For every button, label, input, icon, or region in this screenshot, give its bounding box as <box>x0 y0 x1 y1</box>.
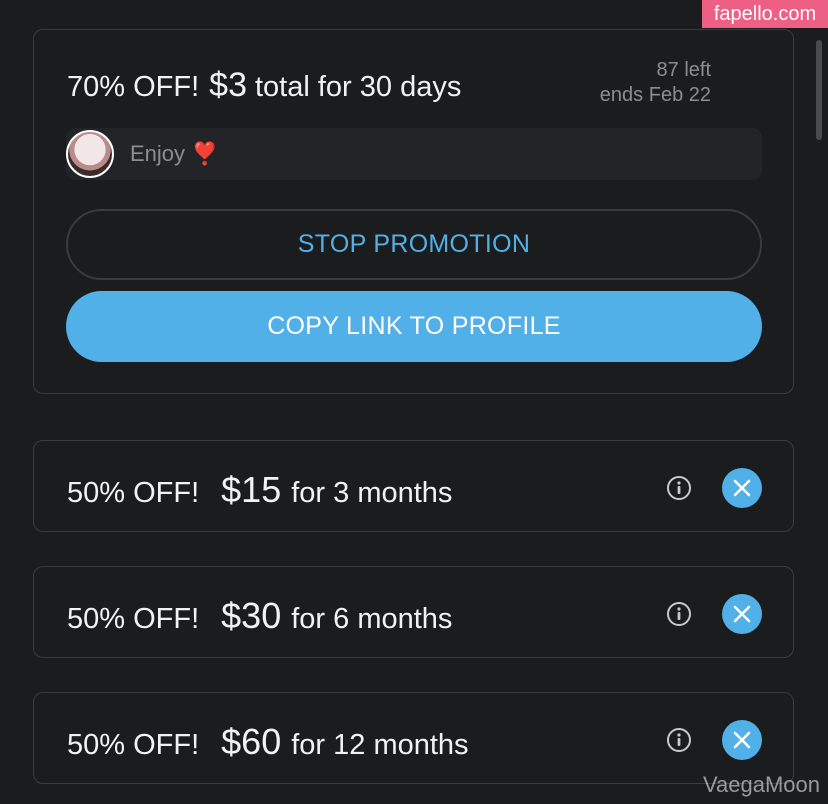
promotion-title: 70% OFF! $3 total for 30 days <box>67 66 461 105</box>
offer-price: $15 <box>221 469 282 510</box>
close-icon <box>733 605 751 623</box>
scrollbar[interactable] <box>816 40 822 140</box>
offer-terms: for 3 months <box>291 477 453 509</box>
close-icon <box>733 479 751 497</box>
info-icon[interactable] <box>666 601 692 627</box>
promotion-discount: 70% OFF! <box>67 71 200 103</box>
offer-discount: 50% OFF! <box>67 729 200 761</box>
promotion-message-text: Enjoy <box>130 141 186 166</box>
remove-offer-button[interactable] <box>722 468 762 508</box>
promotion-price: $3 <box>209 66 247 104</box>
offer-card: 50% OFF! $15 for 3 months <box>33 440 794 532</box>
promotion-message: Enjoy ❣️ <box>66 128 762 180</box>
copy-link-to-profile-button[interactable]: COPY LINK TO PROFILE <box>66 291 762 362</box>
offer-card: 50% OFF! $60 for 12 months <box>33 692 794 784</box>
promotion-remaining: 87 left <box>656 59 711 81</box>
watermark-credit: VaegaMoon <box>702 772 820 797</box>
offer-terms: for 6 months <box>291 603 453 635</box>
offer-discount: 50% OFF! <box>67 603 200 635</box>
offer-price: $30 <box>221 595 282 636</box>
avatar <box>66 130 114 178</box>
watermark-logo: fapello.com <box>702 0 828 28</box>
info-icon[interactable] <box>666 727 692 753</box>
offer-discount: 50% OFF! <box>67 477 200 509</box>
remove-offer-button[interactable] <box>722 720 762 760</box>
promotion-terms: total for 30 days <box>254 71 462 103</box>
offer-terms: for 12 months <box>291 729 469 761</box>
close-icon <box>733 731 751 749</box>
offer-price: $60 <box>221 721 282 762</box>
stop-promotion-button[interactable]: STOP PROMOTION <box>66 209 762 280</box>
promotion-end-date: ends Feb 22 <box>599 84 711 106</box>
promotion-meta: 87 left ends Feb 22 <box>600 58 711 108</box>
offer-card: 50% OFF! $30 for 6 months <box>33 566 794 658</box>
info-icon[interactable] <box>666 475 692 501</box>
heart-emoji-icon: ❣️ <box>191 141 219 166</box>
remove-offer-button[interactable] <box>722 594 762 634</box>
active-promotion-card: 70% OFF! $3 total for 30 days 87 left en… <box>33 29 794 394</box>
